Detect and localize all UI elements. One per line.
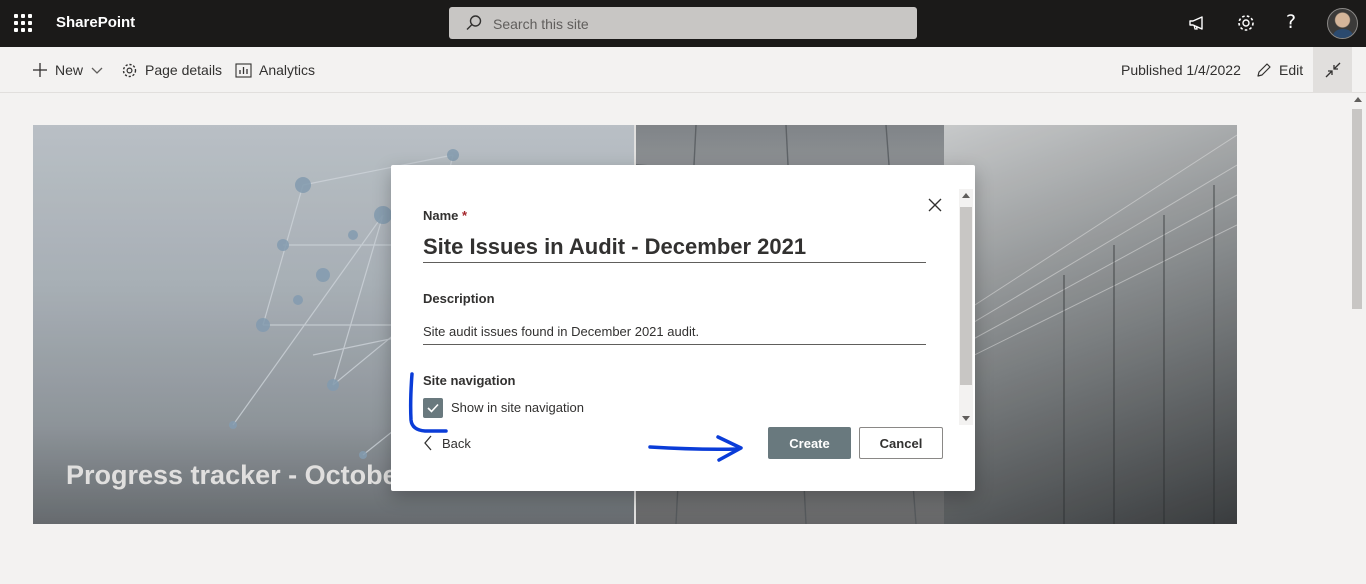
create-page-dialog: Name * Description Site navigation Show … — [391, 165, 975, 491]
required-marker: * — [462, 208, 468, 223]
collapse-button[interactable] — [1313, 47, 1352, 92]
description-label: Description — [423, 291, 495, 306]
edit-button[interactable]: Edit — [1256, 47, 1303, 93]
command-bar: New Page details Analytics Published 1/4… — [0, 47, 1366, 93]
back-label: Back — [442, 435, 471, 451]
plus-icon — [33, 63, 47, 77]
scroll-up-icon[interactable] — [1354, 97, 1362, 102]
chevron-down-icon — [91, 67, 103, 74]
new-label: New — [55, 62, 84, 78]
collapse-icon — [1325, 62, 1340, 77]
published-status: Published 1/4/2022 — [1121, 62, 1241, 78]
chevron-left-icon — [424, 435, 432, 451]
gear-icon — [122, 63, 137, 77]
page-details-button[interactable]: Page details — [121, 47, 222, 93]
waffle-icon[interactable] — [14, 14, 32, 32]
name-label-text: Name — [423, 208, 459, 223]
scroll-thumb[interactable] — [1352, 109, 1362, 309]
site-navigation-label: Site navigation — [423, 373, 516, 388]
scroll-thumb[interactable] — [960, 207, 972, 385]
help-icon[interactable]: ? — [1286, 11, 1296, 33]
new-button[interactable]: New — [32, 47, 103, 93]
close-icon[interactable] — [925, 195, 945, 215]
cancel-button[interactable]: Cancel — [859, 427, 943, 459]
name-input[interactable] — [423, 231, 926, 263]
scroll-up-icon[interactable] — [962, 193, 970, 198]
back-button[interactable]: Back — [423, 433, 471, 453]
search-icon — [466, 15, 482, 30]
avatar[interactable] — [1327, 8, 1358, 39]
page-scrollbar[interactable] — [1350, 93, 1366, 584]
megaphone-icon[interactable] — [1187, 12, 1209, 34]
edit-label: Edit — [1279, 62, 1304, 78]
page-details-label: Page details — [145, 62, 223, 78]
check-icon — [427, 403, 439, 413]
search-placeholder[interactable]: Search this site — [493, 16, 589, 32]
app-name[interactable]: SharePoint — [56, 14, 135, 31]
create-button[interactable]: Create — [768, 427, 851, 459]
chart-icon — [235, 62, 252, 78]
suite-bar: SharePoint Search this site ? — [0, 0, 1366, 47]
search-box[interactable]: Search this site — [449, 7, 917, 39]
pencil-icon — [1257, 63, 1271, 77]
analytics-label: Analytics — [259, 62, 316, 78]
gear-icon[interactable] — [1235, 12, 1257, 34]
name-label: Name * — [423, 208, 467, 223]
show-in-nav-checkbox[interactable] — [423, 398, 443, 418]
show-in-nav-label[interactable]: Show in site navigation — [451, 400, 584, 415]
scroll-down-icon[interactable] — [962, 416, 970, 421]
analytics-button[interactable]: Analytics — [235, 47, 315, 93]
description-input[interactable] — [423, 319, 926, 345]
dialog-scrollbar[interactable] — [959, 189, 973, 425]
